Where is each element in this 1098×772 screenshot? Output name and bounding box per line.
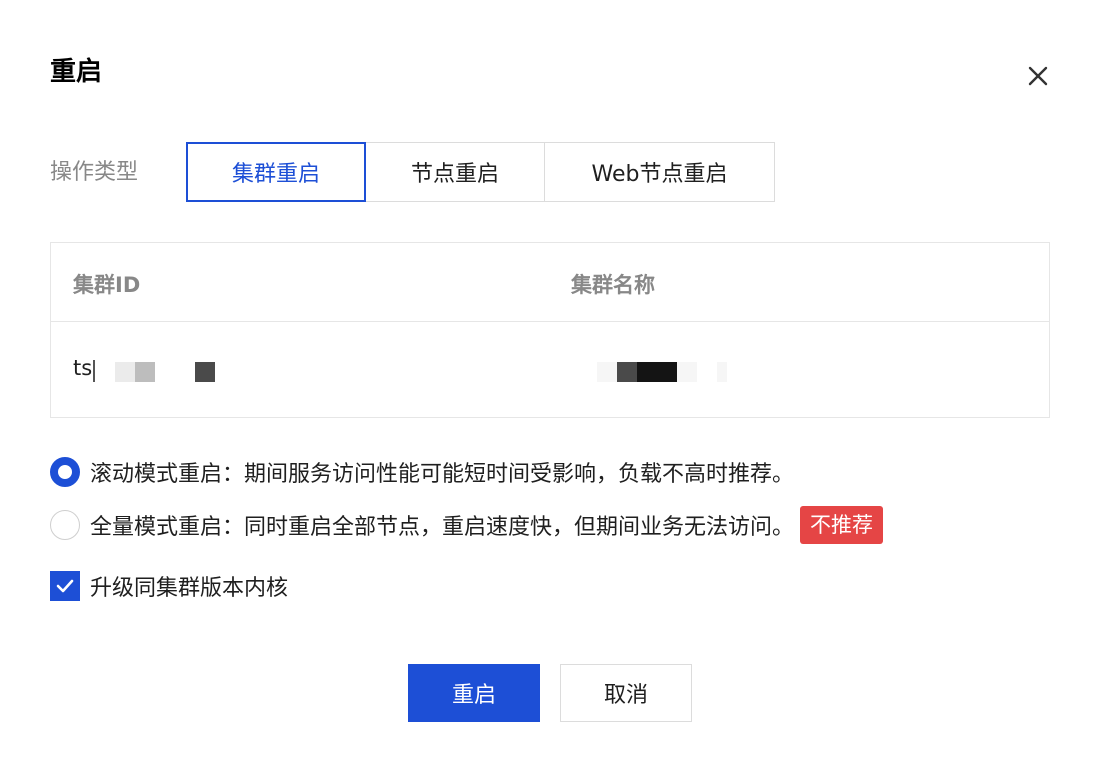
redacted-name-block xyxy=(597,362,617,382)
tab-node-restart[interactable]: 节点重启 xyxy=(365,142,545,202)
table-row: ts xyxy=(51,322,1049,417)
operation-type-segmented: 集群重启 节点重启 Web节点重启 xyxy=(186,142,775,202)
upgrade-kernel-option[interactable]: 升级同集群版本内核 xyxy=(50,570,288,602)
restart-button[interactable]: 重启 xyxy=(408,664,540,722)
redacted-id-block xyxy=(93,360,95,382)
redacted-name-block xyxy=(617,362,637,382)
redacted-id-block xyxy=(115,362,135,382)
tab-cluster-restart[interactable]: 集群重启 xyxy=(186,142,366,202)
upgrade-kernel-label: 升级同集群版本内核 xyxy=(90,576,289,601)
cluster-id-text: ts xyxy=(73,356,93,380)
redacted-name-block xyxy=(717,362,727,382)
rolling-restart-label: 滚动模式重启：期间服务访问性能可能短时间受影响，负载不高时推荐。 xyxy=(90,462,795,487)
check-icon xyxy=(56,579,74,593)
tab-web-node-restart[interactable]: Web节点重启 xyxy=(544,142,775,202)
redacted-id-block xyxy=(195,362,215,382)
cancel-button[interactable]: 取消 xyxy=(560,664,692,722)
upgrade-kernel-checkbox[interactable] xyxy=(50,571,80,601)
dialog-title: 重启 xyxy=(50,57,103,87)
close-icon[interactable] xyxy=(1024,62,1052,90)
cluster-id-cell: ts xyxy=(73,356,92,380)
redacted-name-block xyxy=(677,362,697,382)
column-header-cluster-name: 集群名称 xyxy=(571,273,655,297)
full-restart-option[interactable]: 全量模式重启：同时重启全部节点，重启速度快，但期间业务无法访问。 不推荐 xyxy=(50,506,884,544)
full-restart-label: 全量模式重启：同时重启全部节点，重启速度快，但期间业务无法访问。 xyxy=(90,515,795,540)
rolling-restart-radio[interactable] xyxy=(50,457,80,487)
rolling-restart-option[interactable]: 滚动模式重启：期间服务访问性能可能短时间受影响，负载不高时推荐。 xyxy=(50,456,794,488)
cluster-table: 集群ID 集群名称 ts xyxy=(50,242,1050,418)
column-header-cluster-id: 集群ID xyxy=(73,273,141,297)
full-restart-radio[interactable] xyxy=(50,510,80,540)
operation-type-label: 操作类型 xyxy=(50,160,139,185)
not-recommended-badge: 不推荐 xyxy=(800,506,884,544)
redacted-id-block xyxy=(135,362,155,382)
redacted-name-block xyxy=(637,362,677,382)
table-header: 集群ID 集群名称 xyxy=(51,243,1049,322)
